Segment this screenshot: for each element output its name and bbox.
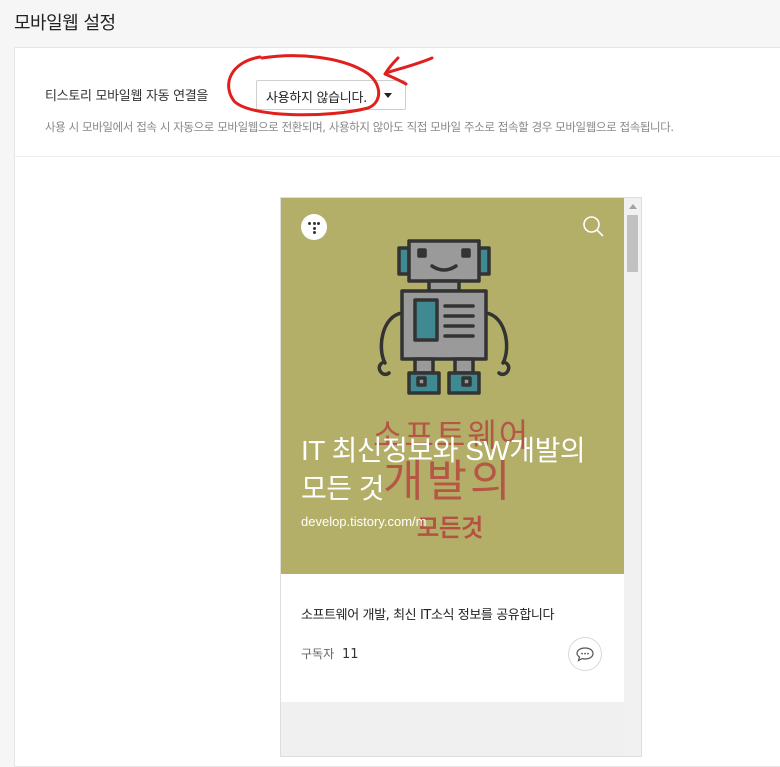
search-icon[interactable] [582,215,604,237]
mobile-preview: 소프트웨어 개발의 모든것 IT 최신정보와 SW개발의 모든 것 develo… [280,197,642,757]
subscriber-info: 구독자 11 [301,645,359,662]
setting-label: 티스토리 모바일웹 자동 연결을 [45,89,209,104]
auto-connect-select[interactable]: 사용하지 않습니다. [256,80,406,110]
preview-scrollbar[interactable] [624,198,641,756]
page-title: 모바일웹 설정 [14,13,116,34]
setting-description: 사용 시 모바일에서 접속 시 자동으로 모바일웹으로 전환되며, 사용하지 않… [45,120,674,134]
blog-hero: 소프트웨어 개발의 모든것 IT 최신정보와 SW개발의 모든 것 develo… [281,198,624,574]
robot-illustration [377,239,511,395]
select-value: 사용하지 않습니다. [266,91,367,106]
subscriber-label: 구독자 [301,647,335,661]
scroll-thumb[interactable] [627,215,638,272]
blog-url[interactable]: develop.tistory.com/m [301,514,426,529]
scroll-up-arrow-icon[interactable] [629,204,637,209]
divider [15,156,780,157]
subscriber-count: 11 [341,647,359,662]
tistory-logo-icon[interactable] [301,214,327,240]
blog-description: 소프트웨어 개발, 최신 IT소식 정보를 공유합니다 [301,608,555,623]
preview-content: 소프트웨어 개발의 모든것 IT 최신정보와 SW개발의 모든 것 develo… [281,198,624,756]
watermark-line-3: 모든것 [417,514,483,542]
blog-info: 소프트웨어 개발, 최신 IT소식 정보를 공유합니다 구독자 11 [281,574,624,702]
caret-down-icon [384,93,392,98]
comment-button[interactable] [568,637,602,671]
comment-icon [576,647,594,662]
blog-title[interactable]: IT 최신정보와 SW개발의 모든 것 [301,432,611,508]
